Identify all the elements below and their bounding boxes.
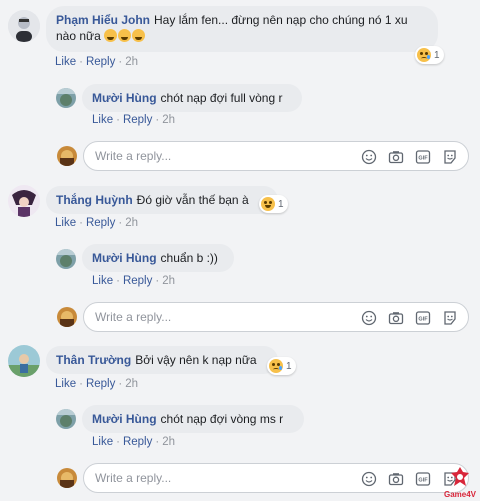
reply-text: chót nạp đợi vòng ms r [160,412,284,426]
comment-text: Đó giờ vẫn thế bạn à [136,193,249,207]
sad-reaction-icon [417,48,431,62]
avatar[interactable] [56,409,76,429]
separator: · [118,378,123,390]
my-avatar [57,146,77,166]
reply-bubble: Mười Hùng chót nạp đợi full vòng r [82,84,302,112]
reaction-count: 1 [278,198,284,210]
separator: · [155,275,160,287]
avatar[interactable] [8,10,40,42]
separator: · [79,217,83,229]
reply-text: chuẩn b :)) [160,251,218,265]
separator: · [79,378,83,390]
svg-text:GIF: GIF [418,477,428,483]
reply-input[interactable]: Write a reply... GIF [83,141,469,171]
reply-bubble: Mười Hùng chót nạp đợi vòng ms r [82,405,304,433]
reply-placeholder: Write a reply... [95,471,172,485]
svg-text:GIF: GIF [418,316,428,322]
reply-placeholder: Write a reply... [95,310,172,324]
emoji-icon[interactable] [360,309,377,326]
avatar[interactable] [8,345,40,377]
comment-actions: Like · Reply · 2h [55,217,138,229]
reply-bubble: Mười Hùng chuẩn b :)) [82,244,234,272]
timestamp[interactable]: 2h [125,378,138,390]
reply-link[interactable]: Reply [86,56,115,68]
grin-emoji-icon [104,29,118,42]
comment-actions: Like · Reply · 2h [55,378,138,390]
comment-bubble: Phạm Hiểu John Hay lắm fen... đừng nên nạ… [46,6,438,52]
reply-link[interactable]: Reply [123,436,152,448]
timestamp[interactable]: 2h [162,114,175,126]
reaction-count: 1 [286,360,292,372]
reaction-count: 1 [434,49,440,61]
timestamp[interactable]: 2h [125,56,138,68]
reply-author[interactable]: Mười Hùng [92,251,157,265]
timestamp[interactable]: 2h [162,275,175,287]
timestamp[interactable]: 2h [162,436,175,448]
comment-bubble: Thân Trường Bởi vậy nên k nạp nữa [46,346,278,374]
avatar[interactable] [56,249,76,269]
like-link[interactable]: Like [55,56,76,68]
reply-link[interactable]: Reply [123,114,152,126]
grin-emoji-icon [118,29,132,42]
comment-text-line2: nào nữa [56,29,101,43]
svg-text:GIF: GIF [418,155,428,161]
comment-text: Hay lắm fen... đừng nên nạp cho chúng nó… [154,13,408,27]
separator: · [116,275,120,287]
reaction-badge[interactable]: 1 [259,195,288,213]
separator: · [118,56,123,68]
my-avatar [57,307,77,327]
emoji-icon[interactable] [360,470,377,487]
sticker-icon[interactable] [441,309,458,326]
comment-actions: Like · Reply · 2h [55,56,138,68]
camera-icon[interactable] [387,309,404,326]
like-link[interactable]: Like [92,114,113,126]
reply-placeholder: Write a reply... [95,149,172,163]
reply-text: chót nạp đợi full vòng r [160,91,283,105]
reply-actions: Like · Reply · 2h [92,436,175,448]
comment-bubble: Thắng Huỳnh Đó giờ vẫn thế bạn à [46,186,278,214]
separator: · [155,436,160,448]
reaction-badge[interactable]: 1 [415,46,444,64]
reply-link[interactable]: Reply [86,217,115,229]
reply-author[interactable]: Mười Hùng [92,91,157,105]
reply-author[interactable]: Mười Hùng [92,412,157,426]
haha-reaction-icon [261,197,275,211]
avatar[interactable] [8,185,40,217]
camera-icon[interactable] [387,470,404,487]
like-link[interactable]: Like [55,217,76,229]
reply-actions: Like · Reply · 2h [92,114,175,126]
comment-author[interactable]: Phạm Hiểu John [56,13,150,27]
reaction-badge[interactable]: 1 [267,357,296,375]
avatar[interactable] [56,88,76,108]
separator: · [116,114,120,126]
my-avatar [57,468,77,488]
reply-link[interactable]: Reply [86,378,115,390]
separator: · [79,56,83,68]
reply-input[interactable]: Write a reply... GIF [83,463,469,493]
camera-icon[interactable] [387,148,404,165]
reply-input[interactable]: Write a reply... GIF [83,302,469,332]
like-link[interactable]: Like [92,436,113,448]
gif-icon[interactable]: GIF [414,470,431,487]
gif-icon[interactable]: GIF [414,148,431,165]
sticker-icon[interactable] [441,148,458,165]
timestamp[interactable]: 2h [125,217,138,229]
separator: · [155,114,160,126]
watermark-logo: Game4V [444,466,476,499]
like-link[interactable]: Like [55,378,76,390]
separator: · [118,217,123,229]
like-link[interactable]: Like [92,275,113,287]
comment-author[interactable]: Thân Trường [56,353,131,367]
comment-text: Bởi vậy nên k nạp nữa [135,353,257,367]
emoji-icon[interactable] [360,148,377,165]
sad-reaction-icon [269,359,283,373]
reply-link[interactable]: Reply [123,275,152,287]
grin-emoji-icon [132,29,146,42]
gif-icon[interactable]: GIF [414,309,431,326]
game4v-logo-icon [450,467,469,486]
reply-actions: Like · Reply · 2h [92,275,175,287]
separator: · [116,436,120,448]
comment-author[interactable]: Thắng Huỳnh [56,193,133,207]
watermark-text: Game4V [443,490,476,499]
